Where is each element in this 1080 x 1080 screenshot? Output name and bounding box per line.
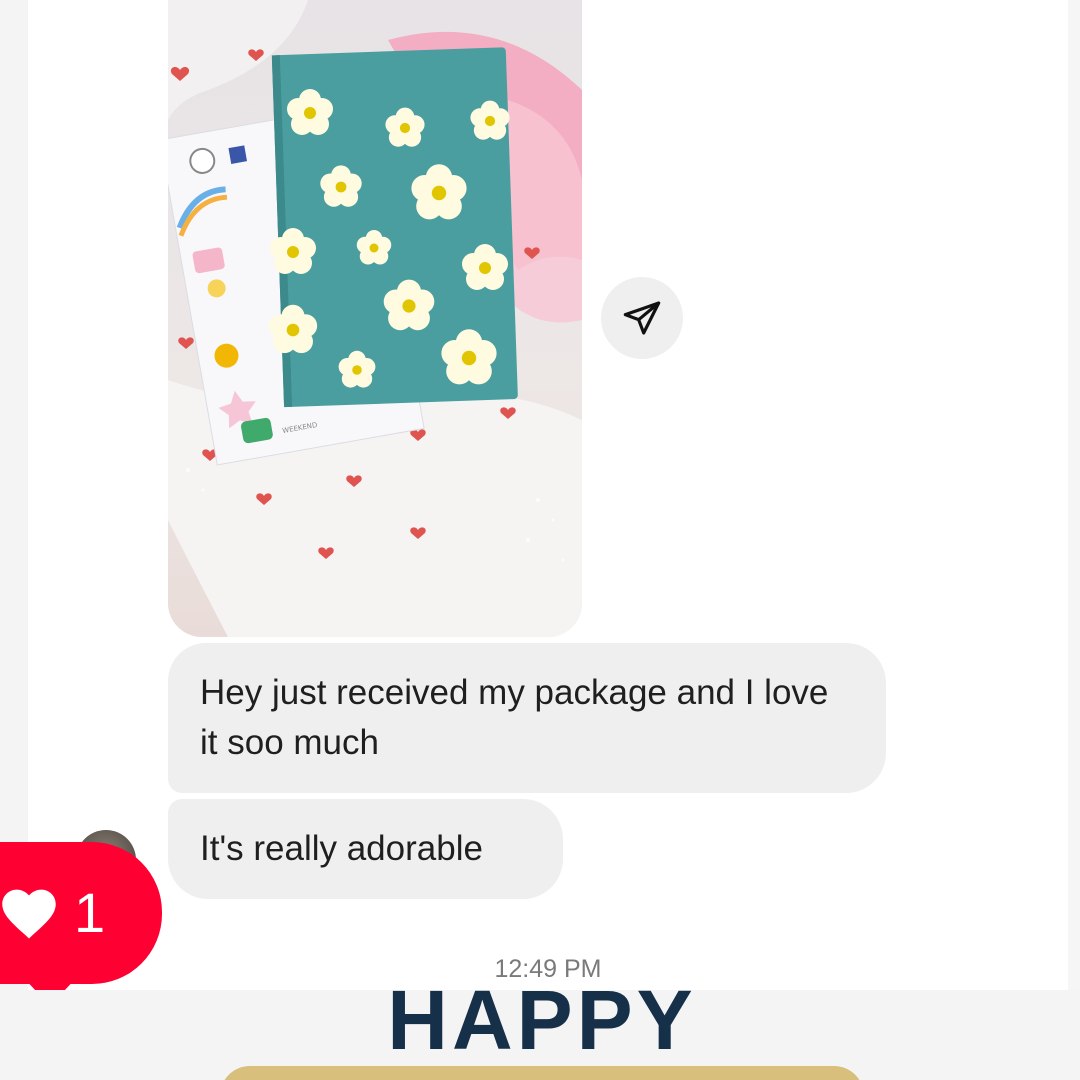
- overlay-headline: HAPPY: [387, 973, 697, 1067]
- heart-icon: [2, 889, 56, 939]
- overlay-banner: [220, 1066, 864, 1080]
- like-count: 1: [74, 881, 106, 944]
- chat-screen: WEEKEND Hey just received my package and…: [0, 0, 1080, 1080]
- photo-message[interactable]: WEEKEND: [168, 0, 582, 637]
- share-button[interactable]: [601, 277, 683, 359]
- package-photo: WEEKEND: [168, 0, 582, 637]
- paper-plane-icon: [623, 301, 661, 335]
- message-text: It's really adorable: [200, 829, 483, 868]
- right-edge: [1068, 0, 1080, 990]
- message-bubble[interactable]: It's really adorable: [168, 799, 563, 899]
- message-bubble[interactable]: Hey just received my package and I love …: [168, 643, 886, 793]
- message-text: Hey just received my package and I love …: [200, 673, 829, 762]
